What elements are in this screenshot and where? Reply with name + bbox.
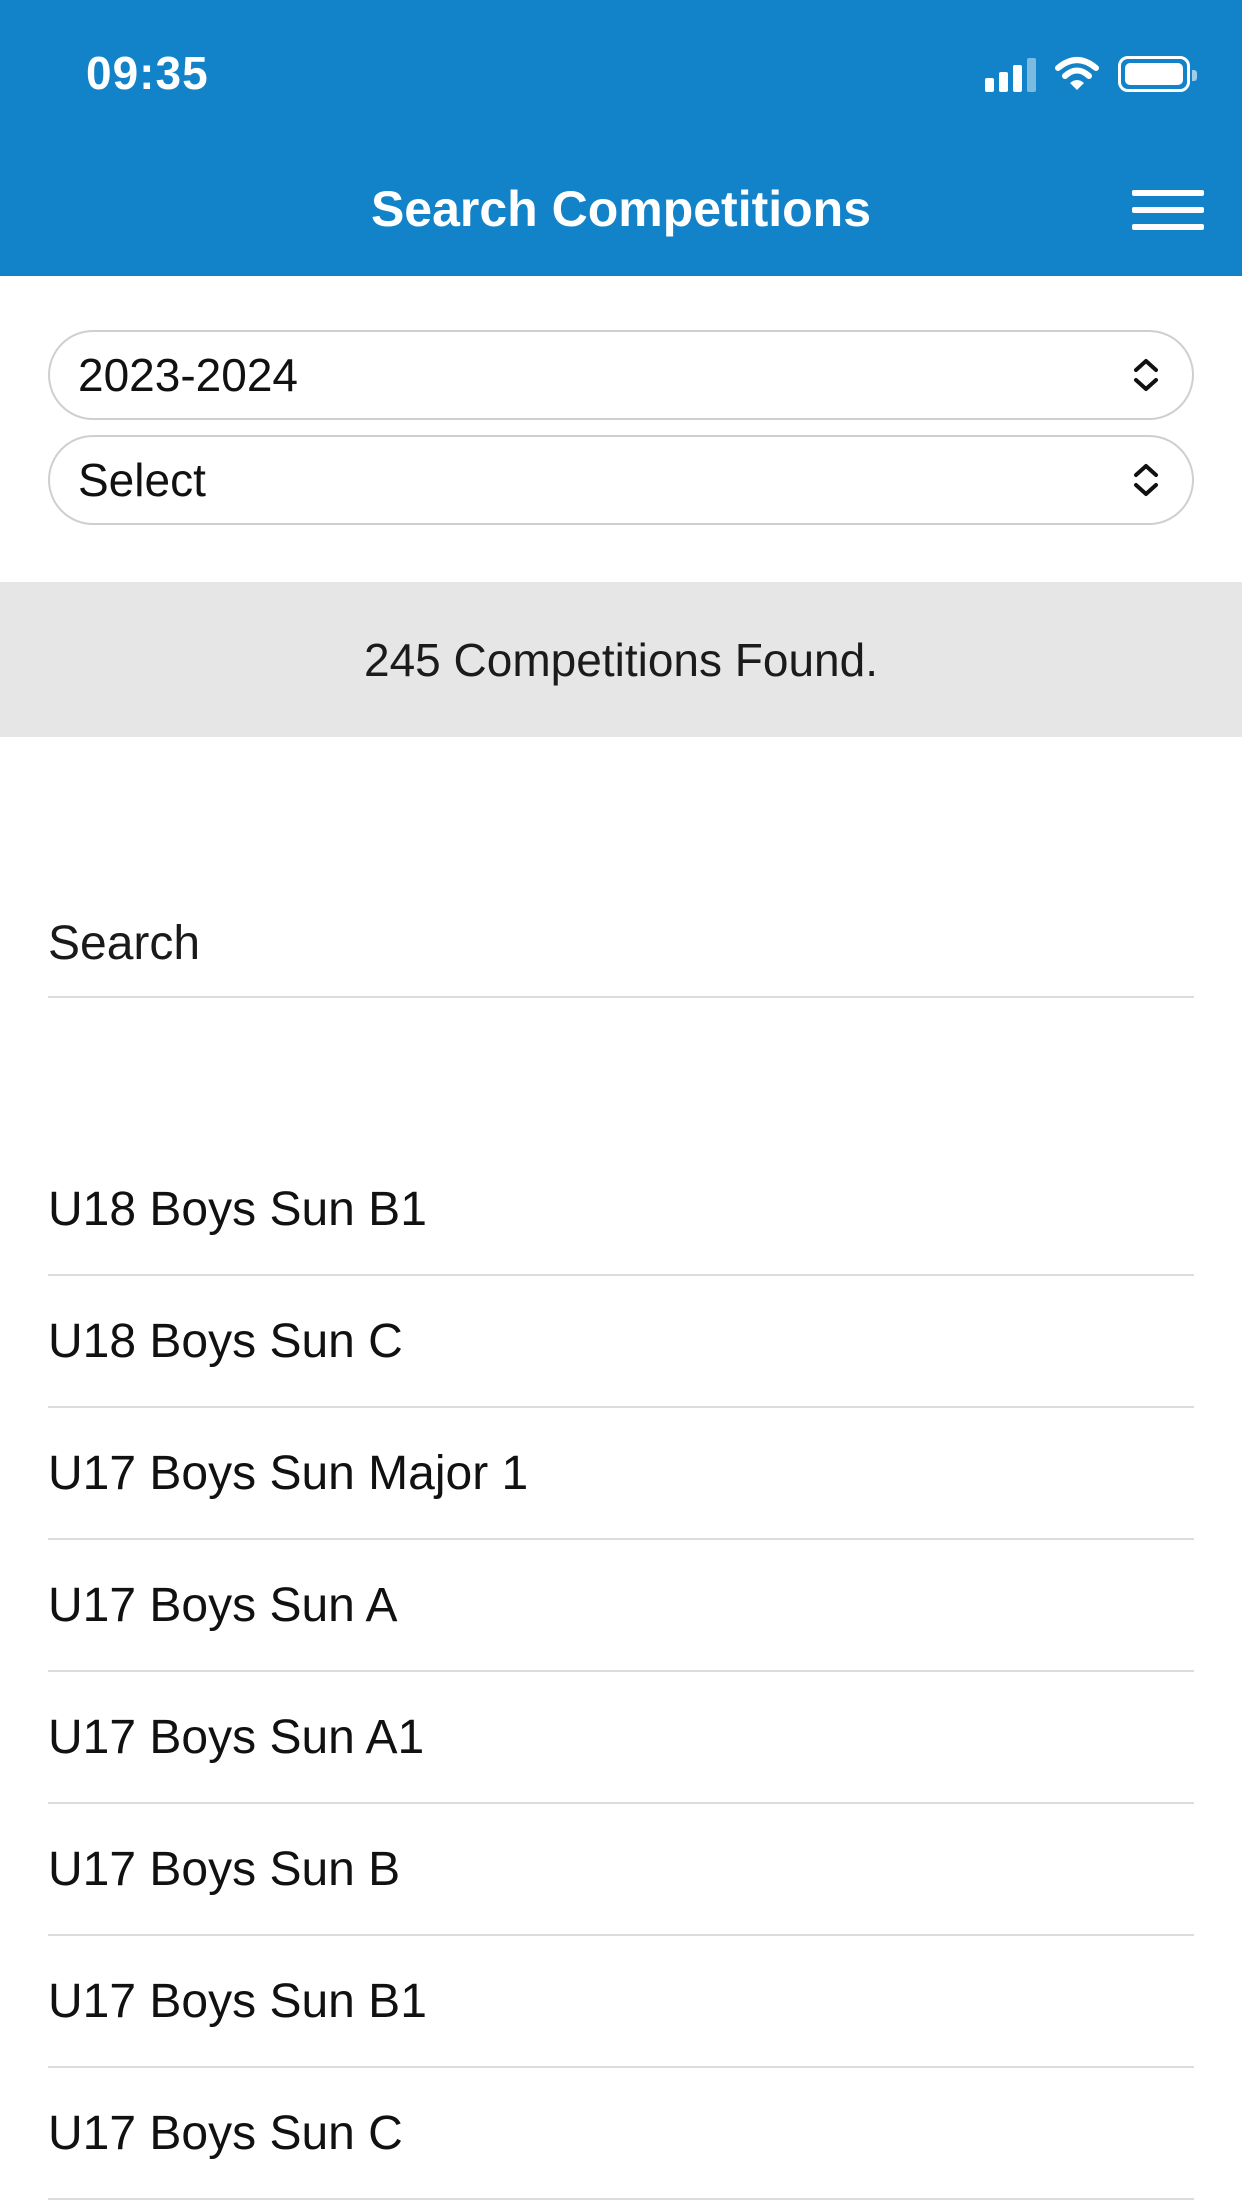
- app-header: 09:35 Search Competitions: [0, 0, 1242, 276]
- competition-list: U18 Boys Sun B1 U18 Boys Sun C U17 Boys …: [48, 1144, 1194, 2200]
- status-icons: [985, 54, 1197, 94]
- page-title: Search Competitions: [370, 181, 872, 237]
- search-field[interactable]: [48, 890, 1194, 998]
- list-item[interactable]: U17 Boys Sun A1: [48, 1672, 1194, 1804]
- list-item[interactable]: U17 Boys Sun B: [48, 1804, 1194, 1936]
- results-summary-bar: 245 Competitions Found.: [0, 582, 1242, 737]
- list-item[interactable]: U17 Boys Sun B1: [48, 1936, 1194, 2068]
- status-time: 09:35: [86, 47, 209, 99]
- chevron-up-down-icon: [1134, 464, 1158, 496]
- list-item[interactable]: U17 Boys Sun A: [48, 1540, 1194, 1672]
- list-item[interactable]: U17 Boys Sun C: [48, 2068, 1194, 2200]
- list-item[interactable]: U17 Boys Sun Major 1: [48, 1408, 1194, 1540]
- list-item[interactable]: U18 Boys Sun B1: [48, 1144, 1194, 1276]
- hamburger-menu-icon[interactable]: [1132, 186, 1204, 236]
- search-input[interactable]: [48, 915, 1194, 971]
- competition-type-select[interactable]: Select: [48, 435, 1194, 525]
- list-item[interactable]: U18 Boys Sun C: [48, 1276, 1194, 1408]
- wifi-icon: [1055, 57, 1099, 90]
- results-count-text: 245 Competitions Found.: [364, 633, 878, 686]
- competition-type-select-value: Select: [78, 454, 206, 506]
- season-select[interactable]: 2023-2024: [48, 330, 1194, 420]
- cellular-signal-icon: [985, 56, 1036, 92]
- season-select-value: 2023-2024: [78, 349, 298, 401]
- battery-icon: [1118, 56, 1197, 92]
- chevron-up-down-icon: [1134, 359, 1158, 391]
